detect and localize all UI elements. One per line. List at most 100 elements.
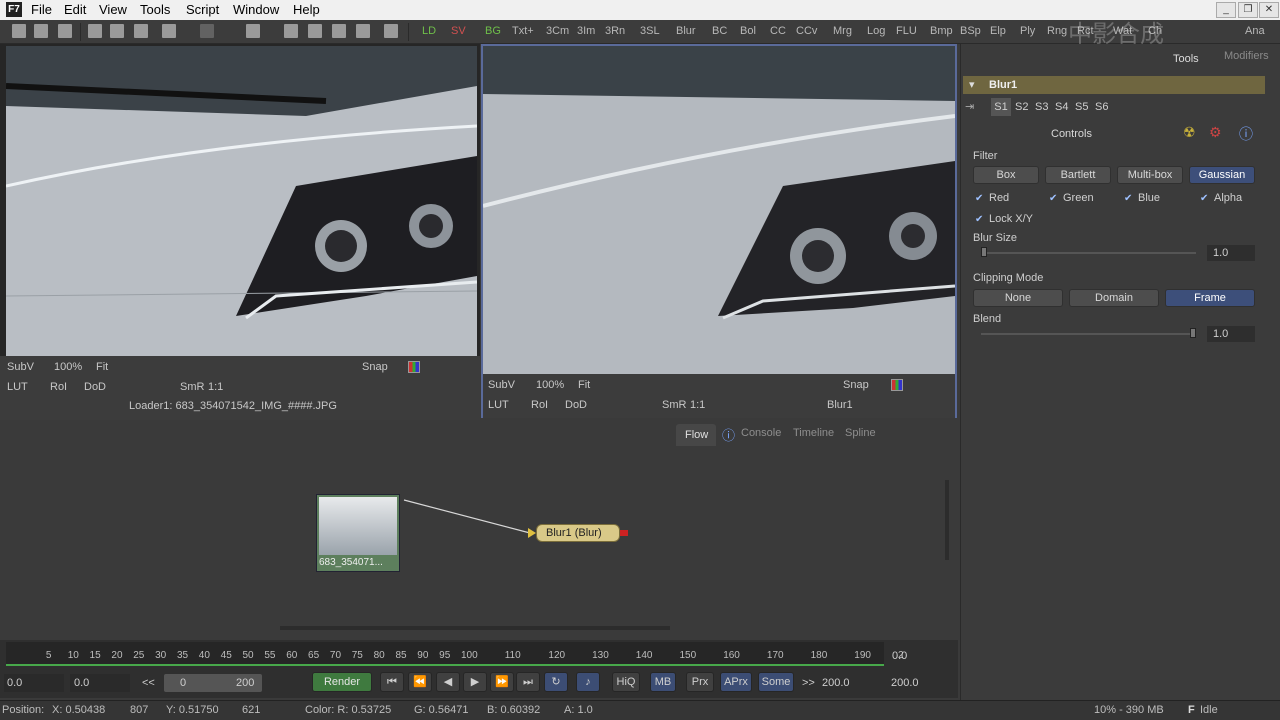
play-icon[interactable]: ▶ [463,672,487,692]
some-button[interactable]: Some [758,672,794,692]
layout-2-icon[interactable] [308,24,322,38]
clip-none-button[interactable]: None [973,289,1063,307]
tool-3im[interactable]: 3Im [577,25,595,37]
collapse-icon[interactable]: ▾ [969,78,975,91]
lut-dropdown[interactable]: LUT [488,399,509,411]
alpha-checkbox[interactable]: ✔ Alpha [1200,192,1242,204]
open-file-icon[interactable] [34,24,48,38]
blend-slider[interactable] [981,333,1196,335]
tab-modifiers[interactable]: Modifiers [1224,50,1269,62]
tool-3sl[interactable]: 3SL [640,25,660,37]
slot-s3[interactable]: S3 [1035,101,1048,113]
next-range-button[interactable]: >> [802,677,815,689]
clip-frame-button[interactable]: Frame [1165,289,1255,307]
roi-dropdown[interactable]: RoI [50,381,67,393]
filter-gaussian-button[interactable]: Gaussian [1189,166,1255,184]
range-slider[interactable]: 0 200 [164,674,262,692]
flow-scrollbar-h[interactable] [280,626,670,630]
paste-icon[interactable] [134,24,148,38]
tool-blur[interactable]: Blur [676,25,696,37]
tool-ana[interactable]: Ana [1245,25,1265,37]
tab-flow[interactable]: Flow [685,429,708,441]
prx-button[interactable]: Prx [686,672,714,692]
lut-dropdown[interactable]: LUT [7,381,28,393]
restore-button[interactable]: ❐ [1238,2,1258,18]
redo-icon[interactable] [200,24,214,38]
tool-flu[interactable]: FLU [896,25,917,37]
slot-s1[interactable]: S1 [991,98,1011,116]
blur-size-value[interactable]: 1.0 [1207,245,1255,261]
step-forward-icon[interactable]: ⏩ [490,672,514,692]
play-reverse-icon[interactable]: ◀ [436,672,460,692]
tool-ld[interactable]: LD [422,25,436,37]
flow-scrollbar-v[interactable] [945,480,949,560]
channel-icon[interactable] [891,379,903,391]
tool-sv[interactable]: SV [451,25,466,37]
slot-s5[interactable]: S5 [1075,101,1088,113]
smr-button[interactable]: SmR [180,381,204,393]
render-start-field[interactable]: 0.0 [70,674,130,692]
prev-range-button[interactable]: << [142,677,155,689]
ratio-button[interactable]: 1:1 [208,381,223,393]
dod-button[interactable]: DoD [565,399,587,411]
ratio-button[interactable]: 1:1 [690,399,705,411]
close-button[interactable]: ✕ [1259,2,1279,18]
filter-bartlett-button[interactable]: Bartlett [1045,166,1111,184]
subview-button[interactable]: SubV [7,361,34,373]
blur-node[interactable]: Blur1 (Blur) [536,524,620,542]
slot-s2[interactable]: S2 [1015,101,1028,113]
dod-button[interactable]: DoD [84,381,106,393]
tab-spline[interactable]: Spline [845,427,876,439]
zoom-dropdown[interactable]: 100% [54,361,82,373]
tool-3cm[interactable]: 3Cm [546,25,569,37]
roi-dropdown[interactable]: RoI [531,399,548,411]
start-time-field[interactable]: 0.0 [4,674,64,692]
flow-area[interactable]: 683_354071... Blur1 (Blur) [0,420,958,638]
lock-xy-checkbox[interactable]: ✔ Lock X/Y [975,213,1033,225]
tool-bsp[interactable]: BSp [960,25,981,37]
current-time[interactable]: 0.0 [892,650,907,662]
undo-icon[interactable] [162,24,176,38]
controls-tab[interactable]: Controls [1051,128,1092,140]
audio-icon[interactable]: ♪ [576,672,600,692]
slot-s4[interactable]: S4 [1055,101,1068,113]
menu-tools[interactable]: Tools [140,2,170,17]
tool-bmp[interactable]: Bmp [930,25,953,37]
end-time-field[interactable]: 200.0 [822,677,850,689]
menu-window[interactable]: Window [233,2,279,17]
aprx-button[interactable]: APrx [720,672,752,692]
tool-log[interactable]: Log [867,25,885,37]
tool-mrg[interactable]: Mrg [833,25,852,37]
tool-rng[interactable]: Rng [1047,25,1067,37]
info-icon[interactable]: ⓘ [1239,124,1253,144]
copy-icon[interactable] [110,24,124,38]
mb-button[interactable]: MB [650,672,676,692]
gear-icon[interactable]: ⚙ [1209,124,1222,141]
filter-multibox-button[interactable]: Multi-box [1117,166,1183,184]
minimize-button[interactable]: _ [1216,2,1236,18]
blur-size-knob[interactable] [981,247,987,257]
step-back-icon[interactable]: ⏪ [408,672,432,692]
layout-3-icon[interactable] [332,24,346,38]
blur-size-slider[interactable] [981,252,1196,254]
delete-icon[interactable] [246,24,260,38]
tool-ply[interactable]: Ply [1020,25,1035,37]
green-checkbox[interactable]: ✔ Green [1049,192,1094,204]
menu-edit[interactable]: Edit [64,2,86,17]
snap-dropdown[interactable]: Snap [843,379,869,391]
layout-1-icon[interactable] [284,24,298,38]
render-button[interactable]: Render [312,672,372,692]
layout-4-icon[interactable] [356,24,370,38]
tool-3rn[interactable]: 3Rn [605,25,625,37]
smr-button[interactable]: SmR [662,399,686,411]
tab-console[interactable]: Console [741,427,781,439]
tool-bc[interactable]: BC [712,25,727,37]
fit-button[interactable]: Fit [578,379,590,391]
new-file-icon[interactable] [12,24,26,38]
left-viewer[interactable]: SubV 100% Fit Snap LUT RoI DoD SmR 1:1 L… [0,44,480,420]
zoom-dropdown[interactable]: 100% [536,379,564,391]
red-checkbox[interactable]: ✔ Red [975,192,1009,204]
global-end-field[interactable]: 200.0 [891,677,919,689]
blue-checkbox[interactable]: ✔ Blue [1124,192,1160,204]
tool-elp[interactable]: Elp [990,25,1006,37]
